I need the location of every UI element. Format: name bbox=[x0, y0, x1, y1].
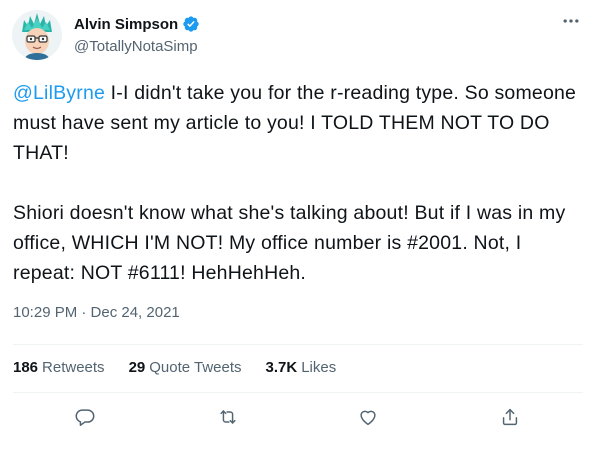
likes-stat[interactable]: 3.7K Likes bbox=[266, 359, 337, 376]
author-name-row: Alvin Simpson bbox=[74, 14, 200, 34]
likes-label: Likes bbox=[301, 359, 337, 376]
quote-tweets-stat[interactable]: 29 Quote Tweets bbox=[129, 359, 242, 376]
divider bbox=[13, 392, 583, 393]
like-icon[interactable] bbox=[355, 404, 381, 430]
tweet-paragraph-2: Shiori doesn't know what she's talking a… bbox=[13, 202, 566, 284]
tweet-body: @LilByrne I-I didn't take you for the r-… bbox=[13, 78, 587, 288]
avatar[interactable] bbox=[12, 10, 62, 60]
likes-count: 3.7K bbox=[265, 359, 298, 376]
share-icon[interactable] bbox=[497, 404, 523, 430]
author-display-name[interactable]: Alvin Simpson bbox=[74, 16, 178, 33]
retweets-count: 186 bbox=[13, 359, 39, 376]
verified-badge-icon bbox=[182, 15, 200, 33]
mention-link[interactable]: @LilByrne bbox=[13, 82, 105, 104]
tweet-timestamp[interactable]: 10:29 PM · Dec 24, 2021 bbox=[13, 304, 180, 321]
reply-icon[interactable] bbox=[72, 404, 98, 430]
more-options-icon[interactable] bbox=[558, 8, 584, 34]
action-bar bbox=[0, 400, 596, 434]
tweet-paragraph-1: @LilByrne I-I didn't take you for the r-… bbox=[13, 78, 587, 168]
quote-tweets-count: 29 bbox=[128, 359, 146, 376]
retweet-icon[interactable] bbox=[215, 404, 241, 430]
retweets-stat[interactable]: 186 Retweets bbox=[13, 359, 105, 376]
avatar-image bbox=[12, 10, 62, 60]
retweets-label: Retweets bbox=[42, 359, 105, 376]
tweet-card: Alvin Simpson @TotallyNotaSimp @LilByrne… bbox=[0, 0, 596, 454]
engagement-stats: 186 Retweets 29 Quote Tweets 3.7K Likes bbox=[13, 359, 336, 376]
author-handle[interactable]: @TotallyNotaSimp bbox=[74, 38, 198, 55]
divider bbox=[13, 344, 583, 345]
quote-tweets-label: Quote Tweets bbox=[149, 359, 242, 376]
